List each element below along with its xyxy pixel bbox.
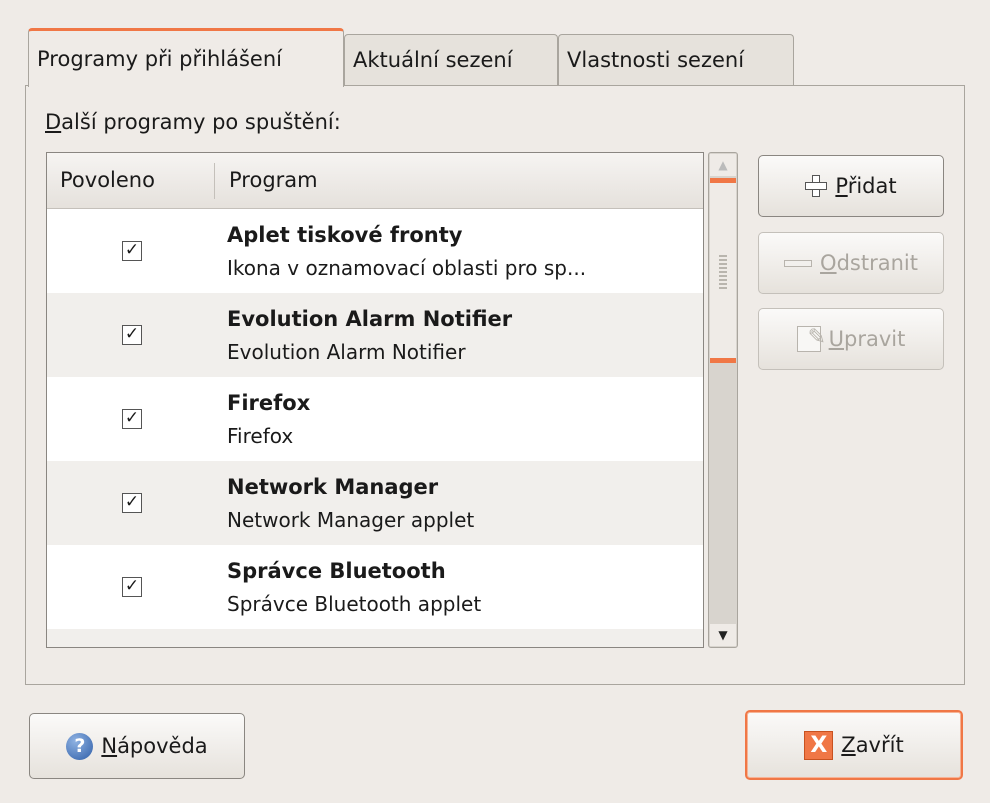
column-separator[interactable] bbox=[214, 163, 215, 199]
program-description: Firefox bbox=[227, 424, 294, 448]
list-item[interactable]: ✓ Aplet tiskové fronty Ikona v oznamovac… bbox=[47, 209, 703, 293]
remove-button-label: Odstranit bbox=[820, 251, 918, 275]
section-label: Další programy po spuštění: bbox=[45, 110, 341, 134]
program-description: Správce Bluetooth applet bbox=[227, 592, 482, 616]
tab-login-programs[interactable]: Programy při přihlášení bbox=[28, 28, 344, 87]
enabled-checkbox[interactable]: ✓ bbox=[122, 325, 142, 345]
enabled-checkbox[interactable]: ✓ bbox=[122, 577, 142, 597]
scroll-thumb[interactable] bbox=[710, 178, 736, 363]
list-item[interactable]: ✓ Evolution Alarm Notifier Evolution Ala… bbox=[47, 293, 703, 377]
close-button-label: Zavřít bbox=[841, 733, 904, 757]
section-label-text: alší programy po spuštění: bbox=[61, 110, 341, 134]
section-label-accel: D bbox=[45, 110, 62, 134]
edit-button-label: Upravit bbox=[828, 327, 906, 351]
list-item[interactable]: ✓ Správce Bluetooth Správce Bluetooth ap… bbox=[47, 545, 703, 629]
enabled-checkbox[interactable]: ✓ bbox=[122, 241, 142, 261]
program-description: Evolution Alarm Notifier bbox=[227, 340, 466, 364]
list-item-partial[interactable] bbox=[47, 629, 703, 647]
close-icon: X bbox=[804, 730, 834, 760]
scroll-up-arrow-icon[interactable]: ▲ bbox=[710, 154, 736, 176]
minus-icon bbox=[784, 259, 813, 267]
help-button-label: Nápověda bbox=[101, 734, 208, 758]
close-button[interactable]: X Zavřít bbox=[745, 710, 963, 780]
edit-button[interactable]: Upravit bbox=[758, 308, 944, 370]
add-button-label: Přidat bbox=[835, 174, 897, 198]
scroll-down-arrow-icon[interactable]: ▼ bbox=[710, 624, 736, 646]
program-name: Aplet tiskové fronty bbox=[227, 223, 463, 247]
help-icon: ? bbox=[66, 732, 94, 760]
add-button[interactable]: Přidat bbox=[758, 155, 944, 217]
remove-button[interactable]: Odstranit bbox=[758, 232, 944, 294]
column-header-enabled[interactable]: Povoleno bbox=[60, 168, 155, 192]
program-name: Správce Bluetooth bbox=[227, 559, 446, 583]
program-name: Evolution Alarm Notifier bbox=[227, 307, 513, 331]
enabled-checkbox[interactable]: ✓ bbox=[122, 409, 142, 429]
list-item[interactable]: ✓ Firefox Firefox bbox=[47, 377, 703, 461]
list-item[interactable]: ✓ Network Manager Network Manager applet bbox=[47, 461, 703, 545]
program-description: Network Manager applet bbox=[227, 508, 475, 532]
grip-icon bbox=[719, 255, 727, 289]
list-scrollbar[interactable]: ▲ ▼ bbox=[708, 152, 738, 648]
tab-session-options[interactable]: Vlastnosti sezení bbox=[558, 34, 794, 86]
tab-current-session[interactable]: Aktuální sezení bbox=[344, 34, 558, 86]
plus-icon bbox=[805, 175, 828, 197]
list-header: Povoleno Program bbox=[47, 153, 703, 209]
edit-icon bbox=[796, 325, 826, 352]
enabled-checkbox[interactable]: ✓ bbox=[122, 493, 142, 513]
program-name: Firefox bbox=[227, 391, 311, 415]
program-description: Ikona v oznamovací oblasti pro sp... bbox=[227, 256, 587, 280]
startup-programs-list[interactable]: Povoleno Program ✓ Aplet tiskové fronty … bbox=[46, 152, 704, 648]
program-name: Network Manager bbox=[227, 475, 439, 499]
column-header-program[interactable]: Program bbox=[229, 168, 318, 192]
help-button[interactable]: ? Nápověda bbox=[29, 713, 245, 779]
